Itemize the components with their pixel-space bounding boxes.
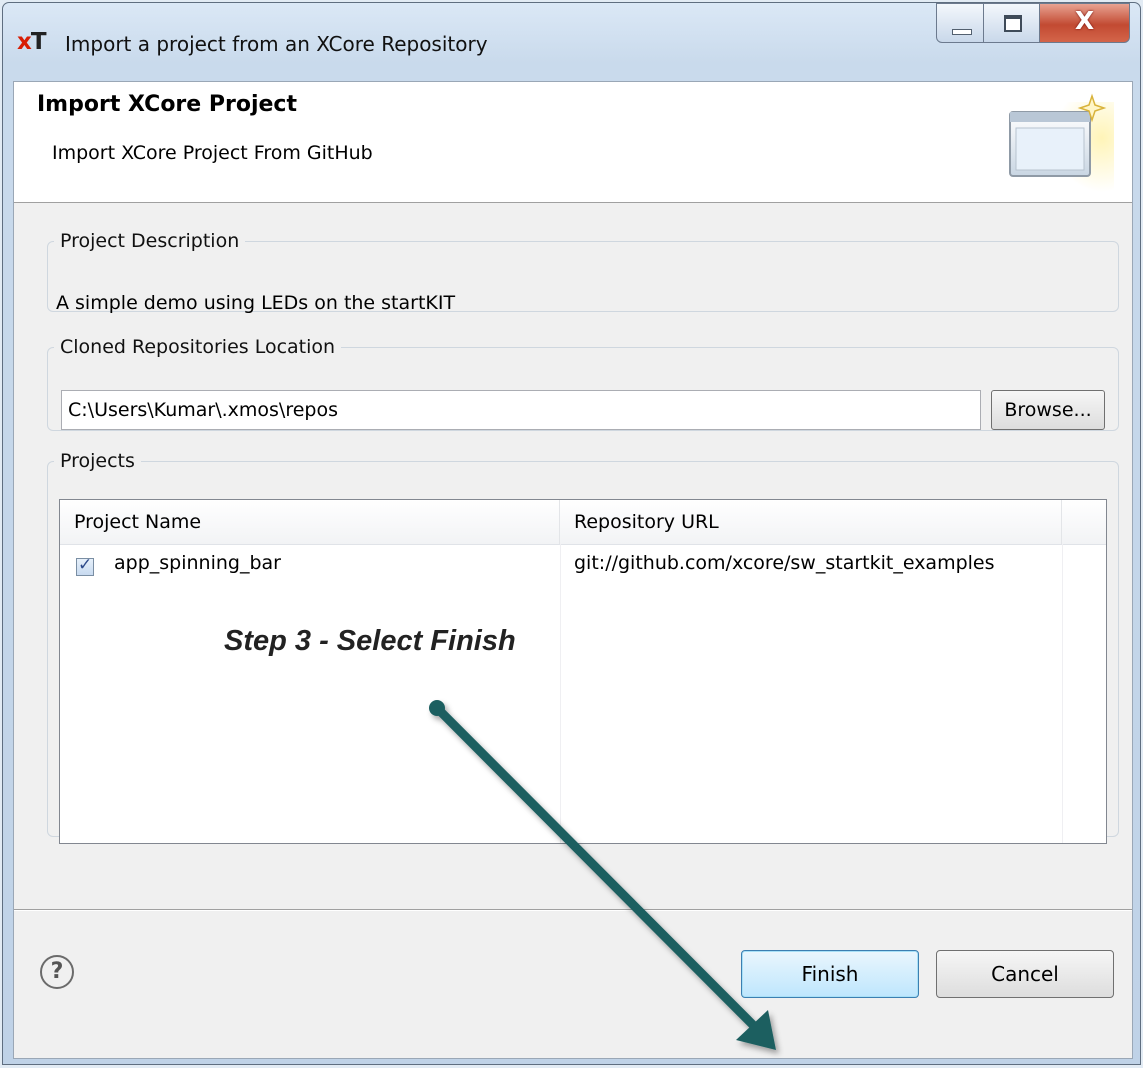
help-icon[interactable]: ? bbox=[40, 955, 74, 989]
table-header: Project Name Repository URL bbox=[60, 500, 1106, 545]
maximize-button[interactable] bbox=[984, 3, 1040, 43]
repositories-location-group: Cloned Repositories Location Browse... bbox=[47, 336, 1119, 431]
dialog-client: Import XCore Project Import XCore Projec… bbox=[13, 81, 1133, 1059]
project-name-cell: app_spinning_bar bbox=[114, 552, 281, 574]
project-description-text: A simple demo using LEDs on the startKIT bbox=[56, 292, 456, 314]
finish-button[interactable]: Finish bbox=[741, 950, 919, 998]
column-header-repository-url[interactable]: Repository URL bbox=[560, 500, 1062, 544]
wizard-banner-icon bbox=[1009, 93, 1114, 192]
annotation-step-text: Step 3 - Select Finish bbox=[224, 625, 516, 657]
repositories-location-input[interactable] bbox=[61, 390, 981, 430]
column-header-project-name[interactable]: Project Name bbox=[60, 500, 560, 544]
project-description-group: Project Description A simple demo using … bbox=[47, 230, 1119, 314]
projects-table[interactable]: Project Name Repository URL ✓ app_spinni… bbox=[59, 499, 1107, 844]
minimize-button[interactable] bbox=[936, 3, 984, 43]
window-title: Import a project from an XCore Repositor… bbox=[65, 32, 488, 56]
checkmark-icon: ✓ bbox=[78, 555, 93, 575]
button-bar: ? Finish Cancel bbox=[14, 909, 1132, 1058]
close-button[interactable]: X bbox=[1040, 3, 1130, 43]
repository-url-cell: git://github.com/xcore/sw_startkit_examp… bbox=[574, 552, 995, 574]
close-icon: X bbox=[1074, 6, 1095, 35]
column-divider bbox=[560, 544, 561, 843]
minimize-icon bbox=[952, 29, 972, 35]
column-divider bbox=[1062, 544, 1063, 843]
wizard-header: Import XCore Project Import XCore Projec… bbox=[14, 82, 1132, 203]
maximize-icon bbox=[1004, 15, 1022, 32]
projects-group: Projects Project Name Repository URL ✓ a… bbox=[47, 450, 1119, 844]
page-title: Import XCore Project bbox=[37, 92, 297, 117]
page-subtitle: Import XCore Project From GitHub bbox=[52, 142, 373, 164]
column-header-filler bbox=[1062, 500, 1106, 544]
dialog-window: xT Import a project from an XCore Reposi… bbox=[2, 2, 1141, 1065]
browse-button[interactable]: Browse... bbox=[991, 390, 1105, 430]
project-description-legend: Project Description bbox=[60, 230, 240, 252]
project-checkbox[interactable]: ✓ bbox=[76, 555, 94, 576]
app-logo-icon: xT bbox=[17, 29, 47, 55]
cancel-button[interactable]: Cancel bbox=[936, 950, 1114, 998]
table-row[interactable]: ✓ app_spinning_bar git://github.com/xcor… bbox=[60, 546, 1106, 586]
repositories-location-legend: Cloned Repositories Location bbox=[60, 336, 336, 358]
title-bar[interactable]: xT Import a project from an XCore Reposi… bbox=[3, 3, 1140, 83]
projects-legend: Projects bbox=[60, 450, 135, 472]
